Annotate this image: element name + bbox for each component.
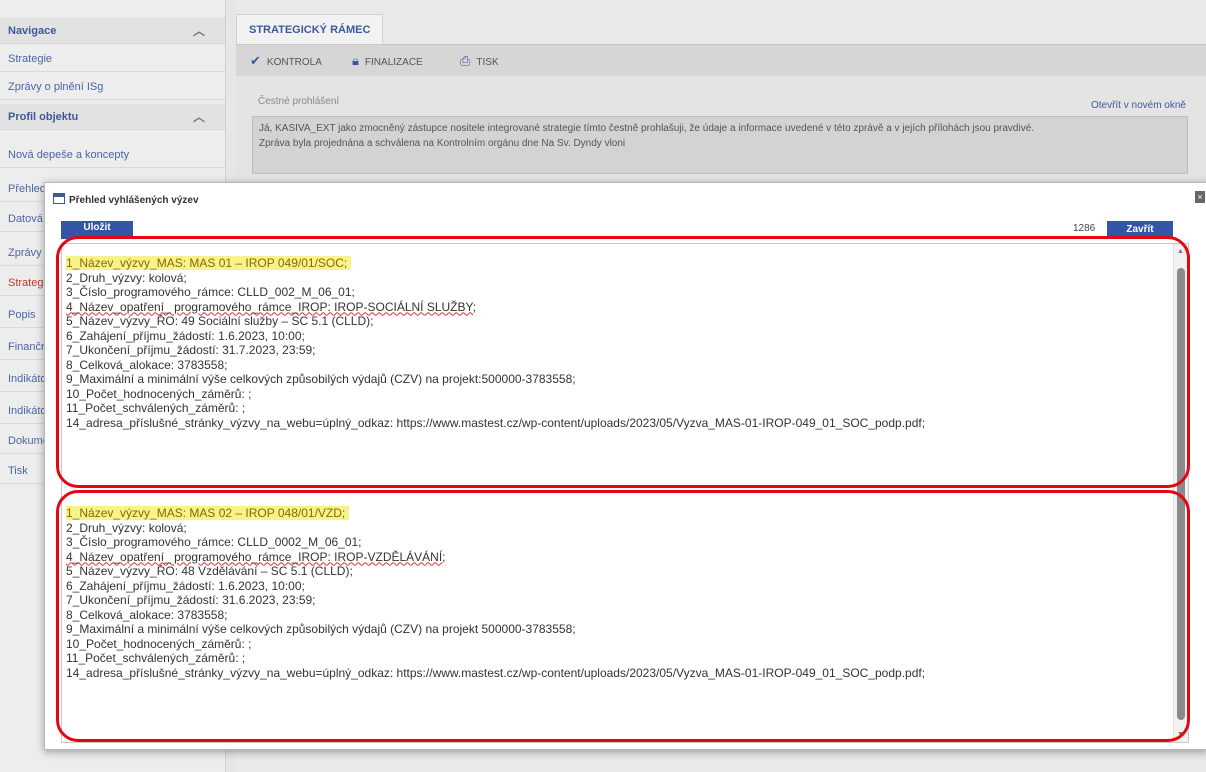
record-line: 11_Počet_schválených_záměrů: ; [66,651,246,665]
dialog-title: Přehled vyhlášených výzev [69,195,199,206]
print-label: TISK [476,57,499,68]
record-title-highlight: 1_Název_výzvy_MAS: MAS 02 – IROP 048/01/… [66,506,350,520]
declaration-line-1: Já, KASIVA_EXT jako zmocněný zástupce no… [259,123,1035,134]
sidebar-item-label: Nová depeše a koncepty [8,149,130,161]
record-link-line: 14_adresa_příslušné_stránky_výzvy_na_web… [66,665,926,680]
record-line: 3_Číslo_programového_rámce: CLLD_0002_M_… [66,535,362,549]
sidebar-item-nova-depese[interactable]: Nová depeše a koncepty [0,142,225,168]
scroll-down-icon[interactable]: ▼ [1177,731,1184,738]
close-button[interactable]: Zavřít [1107,221,1173,239]
record-title-highlight: 1_Název_výzvy_MAS: MAS 01 – IROP 049/01/… [66,256,352,270]
record-line: 2_Druh_výzvy: kolová; [66,270,187,285]
calls-text-area[interactable]: 1_Název_výzvy_MAS: MAS 01 – IROP 049/01/… [61,243,1189,743]
scroll-up-icon[interactable]: ▲ [1177,248,1184,255]
record-line: 6_Zahájení_příjmu_žádostí: 1.6.2023, 10:… [66,578,305,593]
call-record: 1_Název_výzvy_MAS: MAS 01 – IROP 049/01/… [66,256,1146,430]
record-line: 7_Ukončení_příjmu_žádostí: 31.6.2023, 23… [66,593,316,607]
record-line: 10_Počet_hodnocených_záměrů: ; [66,386,252,401]
check-icon: ✔ [250,53,261,68]
sidebar-item-label: Popis [8,309,36,321]
record-line: 10_Počet_hodnocených_záměrů: ; [66,636,252,651]
sidebar-item-zpravy[interactable]: Zprávy o plnění ISg [0,74,225,100]
record-link-line: 14_adresa_příslušné_stránky_výzvy_na_web… [66,415,926,430]
finalize-button[interactable]: 🔒︎ FINALIZACE [352,45,423,77]
record-line: 8_Celková_alokace: 3783558; [66,357,228,372]
sidebar-item-strategie[interactable]: Strategie [0,46,225,72]
record-line: 8_Celková_alokace: 3783558; [66,607,228,622]
record-line: 11_Počet_schválených_záměrů: ; [66,401,246,415]
declaration-line-2: Zpráva byla projednána a schválena na Ko… [259,138,626,149]
record-line: 3_Číslo_programového_rámce: CLLD_002_M_0… [66,285,355,299]
scroll-thumb[interactable] [1177,268,1185,720]
chevron-up-icon[interactable]: ︿ [193,18,205,43]
call-record: 1_Název_výzvy_MAS: MAS 02 – IROP 048/01/… [66,506,1146,680]
page-title[interactable]: STRATEGICKÝ RÁMEC [236,14,384,45]
record-line: 4_Název_opatření_ programového_rámce_IRO… [66,299,477,314]
finalize-label: FINALIZACE [364,57,423,68]
declaration-text[interactable]: Já, KASIVA_EXT jako zmocněný zástupce no… [252,116,1188,174]
sidebar-item-label: Přehled [8,183,46,195]
check-button[interactable]: ✔ KONTROLA [250,45,322,77]
sidebar-item-label: Tisk [8,465,28,477]
calls-overview-dialog: Přehled vyhlášených výzev × Uložit 1286 … [44,182,1206,750]
toolbar: ✔ KONTROLA 🔒︎ FINALIZACE ⎙ TISK [236,44,1206,77]
sidebar-item-label: Profil objektu [8,111,79,123]
lock-icon: 🔒︎ [352,53,359,68]
chevron-up-icon[interactable]: ︿ [193,104,205,129]
vertical-scrollbar[interactable]: ▲ ▼ [1173,244,1188,742]
sidebar-head-navigation[interactable]: Navigace ︿ [0,18,225,44]
close-icon[interactable]: × [1195,191,1205,203]
check-label: KONTROLA [266,57,322,68]
record-line: 5_Název_výzvy_ŘO: 48 Vzdělávání – SC 5.1… [66,564,353,578]
sidebar-item-label: Zprávy [8,247,42,259]
record-line: 5_Název_výzvy_ŘO: 49 Sociální služby – S… [66,314,374,328]
record-line: 9_Maximální a minimální výše celkových z… [66,372,576,386]
record-line: 7_Ukončení_příjmu_žádostí: 31.7.2023, 23… [66,343,316,357]
printer-icon: ⎙ [460,53,471,68]
record-line: 9_Maximální a minimální výše celkových z… [66,622,576,636]
declaration-label: Čestné prohlášení [258,96,340,107]
character-counter: 1286 [1073,223,1096,234]
sidebar-head-profil[interactable]: Profil objektu ︿ [0,104,225,130]
sidebar-item-label: Datová [8,213,43,225]
sidebar-item-label: Zprávy o plnění ISg [8,81,104,93]
record-line: 2_Druh_výzvy: kolová; [66,520,187,535]
window-icon [53,193,65,204]
open-new-window-link[interactable]: Otevřít v novém okně [1091,100,1186,111]
save-button[interactable]: Uložit [61,221,133,239]
sidebar-item-label: Strategie [8,53,53,65]
record-line: 6_Zahájení_příjmu_žádostí: 1.6.2023, 10:… [66,328,305,343]
print-button[interactable]: ⎙ TISK [460,45,499,77]
record-line: 4_Název_opatření_ programového_rámce_IRO… [66,549,446,564]
sidebar-item-label: Navigace [8,25,57,37]
